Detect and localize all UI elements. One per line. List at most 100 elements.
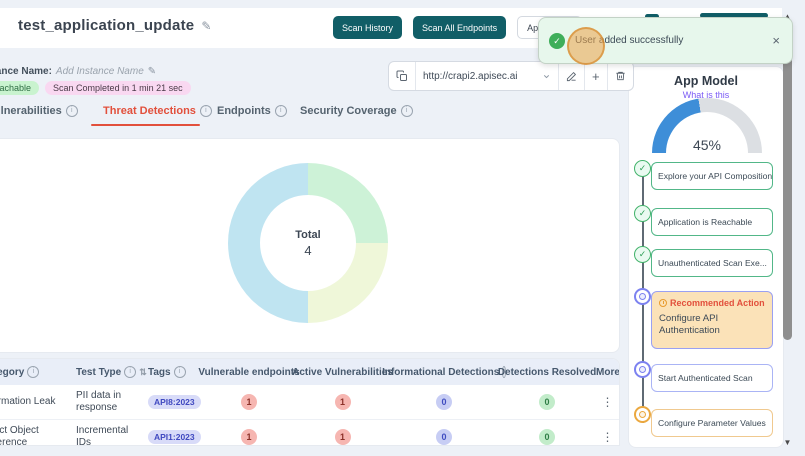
info-icon[interactable]: i bbox=[200, 105, 212, 117]
clock-icon bbox=[659, 299, 667, 307]
step-done-icon: ✓ bbox=[634, 246, 651, 263]
threat-detections-table: Categoryi Test Typei⇅ Tagsi Vulnerable e… bbox=[0, 358, 620, 446]
tab-endpoints[interactable]: Endpoints i bbox=[217, 105, 287, 117]
step-pending-icon bbox=[634, 288, 651, 305]
app-model-title: App Model bbox=[629, 74, 783, 88]
info-icon[interactable]: i bbox=[124, 366, 136, 378]
col-label: Vulnerable endpoints bbox=[198, 367, 299, 378]
donut-chart[interactable]: Total 4 bbox=[228, 163, 388, 323]
tab-security-coverage[interactable]: Security Coverage i bbox=[300, 105, 413, 117]
row-more-menu-icon[interactable]: ⋮ bbox=[596, 395, 619, 409]
success-check-icon: ✓ bbox=[549, 33, 565, 49]
info-icon[interactable]: i bbox=[27, 366, 39, 378]
step-label: Explore your API Composition bbox=[658, 171, 772, 181]
api-url-select[interactable]: http://crapi2.apisec.ai bbox=[416, 62, 559, 90]
col-detections-resolved[interactable]: Detections Resolved bbox=[498, 367, 596, 378]
active-tab-underline bbox=[91, 124, 200, 126]
col-label: Category bbox=[0, 367, 24, 378]
informational-detections-count[interactable]: 0 bbox=[436, 394, 452, 410]
api-url-toolbar: http://crapi2.apisec.ai + bbox=[388, 61, 634, 91]
donut-total-value: 4 bbox=[304, 243, 311, 258]
table-row[interactable]: Information Leak PII data in response AP… bbox=[0, 385, 619, 420]
detections-resolved-count[interactable]: 0 bbox=[539, 394, 555, 410]
tab-label: Security Coverage bbox=[300, 105, 397, 117]
instance-name-placeholder[interactable]: Add Instance Name bbox=[56, 66, 144, 77]
add-url-button[interactable]: + bbox=[585, 62, 608, 90]
edit-instance-icon[interactable]: ✎ bbox=[148, 66, 156, 77]
step-explore-api-composition[interactable]: Explore your API Composition bbox=[651, 162, 773, 190]
reachable-badge: Reachable bbox=[0, 81, 39, 95]
col-vulnerable-endpoints[interactable]: Vulnerable endpoints bbox=[203, 367, 295, 378]
col-informational-detections[interactable]: Informational Detectionsi bbox=[390, 366, 498, 378]
step-label: Configure Parameter Values bbox=[658, 418, 766, 428]
delete-url-button[interactable] bbox=[608, 62, 633, 90]
step-configure-parameter-values[interactable]: Configure Parameter Values bbox=[651, 409, 773, 437]
step-start-authenticated-scan[interactable]: Start Authenticated Scan bbox=[651, 364, 773, 392]
instance-name-label: Instance Name: bbox=[0, 66, 52, 77]
cell-category: Information Leak bbox=[0, 396, 76, 408]
tab-bar: Vulnerabilitiesi Threat Detectionsi Endp… bbox=[0, 102, 620, 128]
step-done-icon: ✓ bbox=[634, 160, 651, 177]
info-icon[interactable]: i bbox=[401, 105, 413, 117]
col-label: More bbox=[596, 367, 620, 378]
chevron-down-icon bbox=[542, 72, 551, 81]
table-row[interactable]: Direct Object Reference Incremental IDs … bbox=[0, 420, 619, 446]
active-vulnerabilities-count[interactable]: 1 bbox=[335, 394, 351, 410]
cell-category: Direct Object Reference bbox=[0, 425, 76, 446]
col-tags[interactable]: Tagsi bbox=[148, 366, 203, 378]
info-icon[interactable]: i bbox=[174, 366, 186, 378]
active-vulnerabilities-count[interactable]: 1 bbox=[335, 429, 351, 445]
donut-total-label: Total bbox=[295, 229, 320, 241]
step-label: Application is Reachable bbox=[658, 217, 752, 227]
sort-icon[interactable]: ⇅ bbox=[139, 367, 147, 378]
tag-badge[interactable]: API1:2023 bbox=[148, 430, 201, 444]
vulnerable-endpoints-count[interactable]: 1 bbox=[241, 394, 257, 410]
vulnerable-endpoints-count[interactable]: 1 bbox=[241, 429, 257, 445]
scan-all-endpoints-button[interactable]: Scan All Endpoints bbox=[413, 16, 506, 39]
col-label: Tags bbox=[148, 367, 171, 378]
col-label: Active Vulnerabilities bbox=[292, 367, 393, 378]
table-header-row: Categoryi Test Typei⇅ Tagsi Vulnerable e… bbox=[0, 359, 619, 385]
plus-icon: + bbox=[592, 70, 600, 83]
api-url-value: http://crapi2.apisec.ai bbox=[423, 71, 518, 82]
step-configure-api-authentication[interactable]: Recommended Action Configure API Authent… bbox=[651, 291, 773, 349]
pencil-icon bbox=[566, 71, 577, 82]
recommended-action-label: Recommended Action bbox=[670, 298, 765, 308]
step-label: Start Authenticated Scan bbox=[658, 373, 753, 383]
threat-detections-chart-card: Total 4 bbox=[0, 138, 620, 353]
tab-threat-detections[interactable]: Threat Detectionsi bbox=[103, 105, 212, 117]
tag-badge[interactable]: API8:2023 bbox=[148, 395, 201, 409]
edit-title-icon[interactable]: ✎ bbox=[201, 19, 211, 33]
scrollbar-thumb[interactable] bbox=[783, 24, 792, 340]
col-label: Test Type bbox=[76, 367, 121, 378]
info-icon[interactable]: i bbox=[66, 105, 78, 117]
step-unauthenticated-scan[interactable]: Unauthenticated Scan Exe... bbox=[651, 249, 773, 277]
close-icon[interactable]: × bbox=[772, 33, 780, 48]
col-label: Informational Detections bbox=[382, 367, 499, 378]
info-icon[interactable]: i bbox=[275, 105, 287, 117]
tab-vulnerabilities[interactable]: Vulnerabilitiesi bbox=[0, 105, 78, 117]
step-application-reachable[interactable]: Application is Reachable bbox=[651, 208, 773, 236]
copy-icon bbox=[396, 70, 408, 82]
step-done-icon: ✓ bbox=[634, 205, 651, 222]
donut-center: Total 4 bbox=[260, 195, 356, 291]
informational-detections-count[interactable]: 0 bbox=[436, 429, 452, 445]
trash-icon bbox=[615, 70, 626, 82]
col-test-type[interactable]: Test Typei⇅ bbox=[76, 366, 148, 378]
step-label: Unauthenticated Scan Exe... bbox=[658, 258, 767, 268]
click-highlight bbox=[567, 27, 605, 65]
col-category[interactable]: Categoryi bbox=[0, 366, 76, 378]
scroll-down-icon[interactable]: ▼ bbox=[781, 438, 794, 448]
app-screen: test_application_update ✎ Scan History S… bbox=[0, 0, 805, 456]
page-scrollbar[interactable]: ▲ ▼ bbox=[781, 12, 794, 448]
instance-name-row: Instance Name: Add Instance Name ✎ bbox=[0, 66, 156, 77]
tab-label: Endpoints bbox=[217, 105, 271, 117]
detections-resolved-count[interactable]: 0 bbox=[539, 429, 555, 445]
row-more-menu-icon[interactable]: ⋮ bbox=[596, 430, 619, 444]
edit-url-button[interactable] bbox=[559, 62, 585, 90]
col-label: Detections Resolved bbox=[498, 367, 596, 378]
col-active-vulnerabilities[interactable]: Active Vulnerabilities bbox=[295, 367, 390, 378]
scan-history-button[interactable]: Scan History bbox=[333, 16, 402, 39]
copy-url-button[interactable] bbox=[389, 62, 416, 90]
col-more: More bbox=[596, 367, 619, 378]
